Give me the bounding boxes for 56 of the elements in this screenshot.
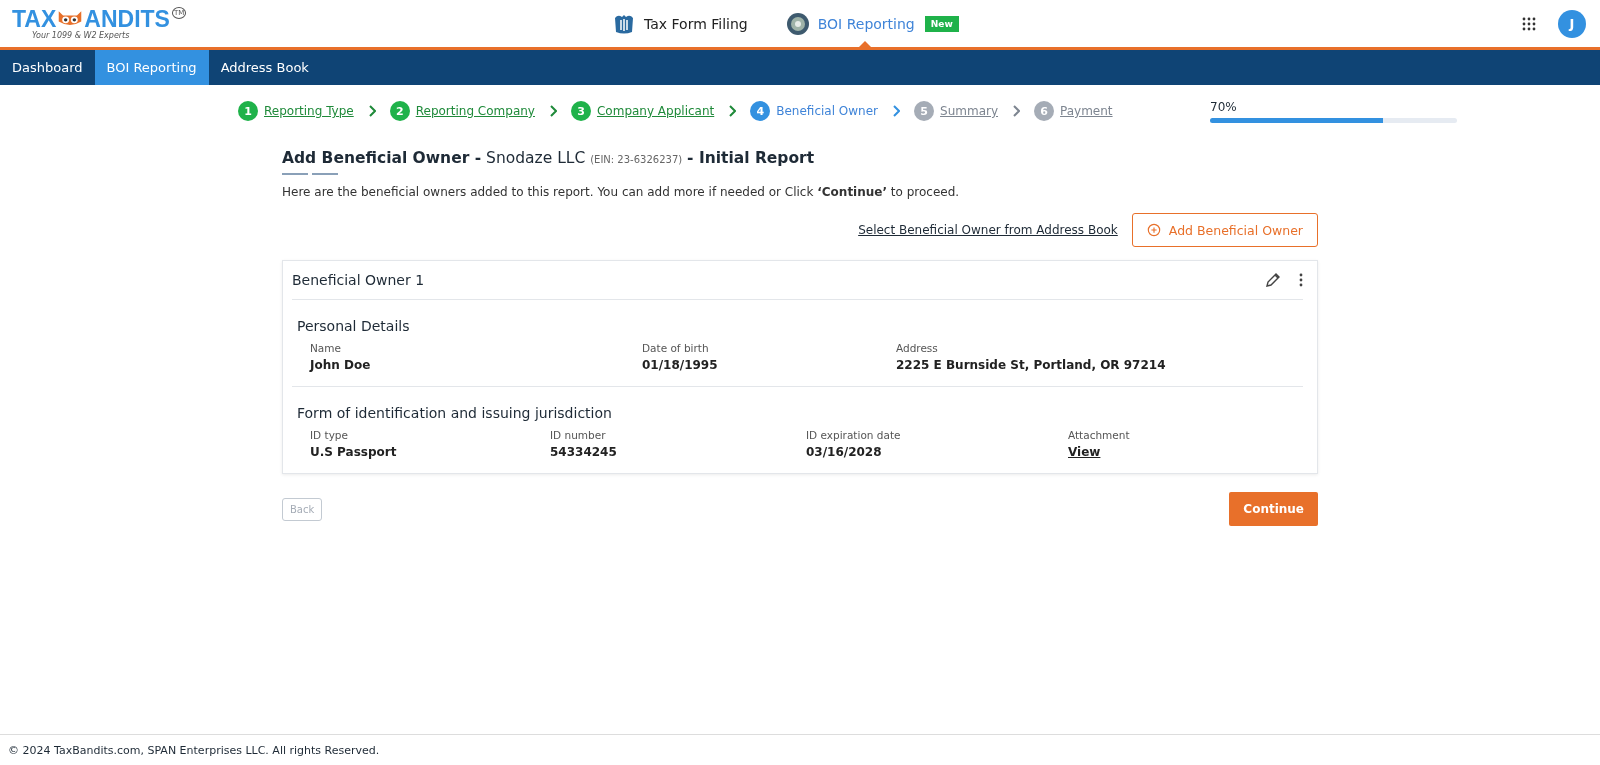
apps-grid-icon[interactable]	[1522, 16, 1536, 31]
step-link[interactable]: Beneficial Owner	[776, 104, 879, 118]
user-avatar[interactable]: J	[1558, 9, 1586, 38]
new-badge: New	[924, 15, 959, 32]
continue-button[interactable]: Continue	[1229, 492, 1318, 526]
field-label: ID number	[550, 429, 607, 441]
edit-icon[interactable]	[1265, 272, 1281, 288]
field-label: Attachment	[1068, 429, 1131, 441]
nav-tab[interactable]: Address Book	[208, 50, 321, 85]
step-number: 4	[750, 101, 771, 121]
field-label: Address	[896, 342, 939, 354]
step-link[interactable]: Company Applicant	[596, 104, 715, 118]
field-value: 03/16/2028	[806, 445, 883, 459]
chevron-right-icon	[367, 105, 376, 117]
section-title: Form of identification and issuing jurisdiction	[297, 405, 613, 421]
step-link[interactable]: Payment	[1060, 104, 1113, 118]
plus-circle-icon	[1146, 223, 1161, 237]
logo-text: TAX	[12, 7, 57, 31]
chevron-right-icon	[1012, 105, 1021, 117]
field-value: 2225 E Burnside St, Portland, OR 97214	[896, 358, 1167, 372]
logo-text: ANDITS	[84, 7, 170, 31]
progress-reading: 70%	[1210, 99, 1238, 114]
product-link[interactable]: Tax Form Filing	[644, 15, 748, 32]
page-heading: Add Beneficial Owner - Snodaze LLC (EIN: 23-6326237) - Initial Report	[282, 149, 816, 167]
intro-text: Here are the beneficial owners added to this report. You can add more if needed or Click ‘Continue’ to proceed.	[282, 185, 961, 199]
chevron-right-icon	[892, 105, 901, 117]
seal-icon	[785, 11, 810, 36]
field-value: 01/18/1995	[642, 358, 719, 372]
step-link[interactable]: Reporting Company	[415, 104, 535, 118]
field-value: 54334245	[550, 445, 618, 459]
more-icon[interactable]	[1299, 273, 1303, 287]
field-label: ID type	[310, 429, 349, 441]
chevron-right-icon	[548, 105, 557, 117]
section-title: Personal Details	[297, 318, 411, 334]
step-link[interactable]: Reporting Type	[264, 104, 354, 118]
logo-tagline: Your 1099 & W2 Experts	[32, 31, 131, 40]
step-number: 1	[238, 101, 258, 121]
field-label: Name	[310, 342, 342, 354]
step-number: 2	[389, 101, 410, 121]
view-link[interactable]: View	[1068, 445, 1101, 459]
step-number: 3	[570, 101, 591, 121]
footer-text: © 2024 TaxBandits.com, SPAN Enterprises LLC. All rights Reserved.	[8, 743, 380, 757]
address-book-link[interactable]: Select Beneficial Owner from Address Book	[858, 223, 1118, 237]
field-value: U.S Passport	[310, 445, 398, 459]
product-link[interactable]: BOI Reporting	[817, 15, 915, 32]
card-title: Beneficial Owner 1	[292, 272, 426, 288]
step-link[interactable]: Summary	[940, 104, 999, 118]
chevron-right-icon	[728, 105, 737, 117]
field-value: John Doe	[310, 358, 372, 372]
add-owner-button[interactable]: Add Beneficial Owner	[1131, 213, 1318, 247]
step-number: 6	[1034, 101, 1055, 121]
nav-tab[interactable]: Dashboard	[0, 50, 95, 85]
step-number: 5	[914, 101, 935, 121]
field-label: Date of birth	[642, 342, 710, 354]
nav-tab[interactable]: BOI Reporting	[94, 50, 209, 85]
field-label: ID expiration date	[806, 429, 902, 441]
